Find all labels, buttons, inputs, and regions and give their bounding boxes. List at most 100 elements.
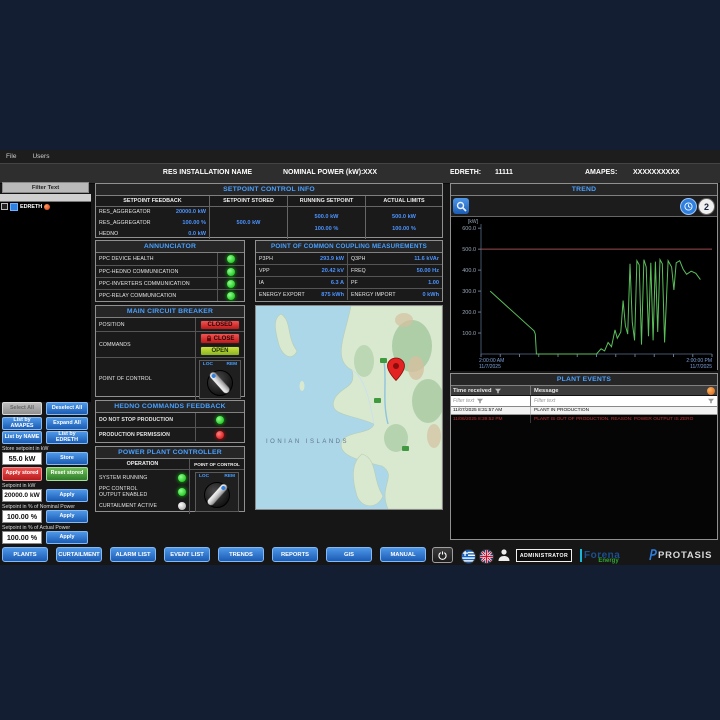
led-indicator	[217, 278, 244, 289]
col-actual-limits: ACTUAL LIMITS	[366, 196, 442, 206]
event-row[interactable]: 11/07/2025 8:31:57 AM PLANT IN PRODUCTIO…	[451, 407, 717, 415]
nav-reports-button[interactable]: REPORTS	[272, 547, 318, 562]
col-time-received[interactable]: Time received	[451, 386, 531, 395]
feedback-row-value: 0.0 kW	[188, 231, 206, 237]
tree-item-edreth[interactable]: EDRETH	[0, 202, 91, 211]
filter-funnel-icon[interactable]	[495, 388, 501, 394]
feedback-row-value: 100.00 %	[182, 220, 206, 226]
trend-chart: 100.0200.0300.0400.0500.0600.0[kW]2:00:0…	[451, 217, 717, 371]
nav-alarm-list-button[interactable]: ALARM LIST	[110, 547, 156, 562]
tree-item-label: EDRETH	[20, 204, 42, 210]
nav-gis-button[interactable]: GIS	[326, 547, 372, 562]
svg-text:600.0: 600.0	[462, 226, 476, 232]
store-setpoint-input[interactable]	[2, 452, 42, 465]
setpoint-kw-input[interactable]	[2, 489, 42, 502]
apply-actual-pct-button[interactable]: Apply	[46, 531, 88, 544]
uk-flag-icon[interactable]	[479, 549, 494, 564]
feedback-row-label: RES_AGGREGATOR	[99, 220, 151, 226]
reset-stored-button[interactable]: Reset stored	[46, 467, 88, 481]
svg-text:[kW]: [kW]	[468, 219, 479, 225]
filter-funnel-icon[interactable]	[477, 398, 483, 404]
hedno-feedback-panel: HEDNO COMMANDS FEEDBACK DO NOT STOP PROD…	[95, 400, 245, 443]
apply-stored-button[interactable]: Apply stored	[2, 467, 42, 481]
apply-kw-button[interactable]: Apply	[46, 489, 88, 502]
led-indicator	[178, 488, 186, 496]
user-icon[interactable]	[497, 548, 511, 562]
feedback-row-value: 20000.0 kW	[176, 209, 206, 215]
greek-flag-icon[interactable]	[461, 549, 476, 564]
apply-nominal-pct-button[interactable]: Apply	[46, 510, 88, 523]
nav-event-list-button[interactable]: EVENT LIST	[164, 547, 210, 562]
events-title: PLANT EVENTS	[451, 374, 717, 386]
breaker-close-button[interactable]: CLOSE	[200, 333, 240, 344]
time-range-icon[interactable]	[680, 198, 697, 215]
gis-map[interactable]: IONIAN ISLANDS	[255, 305, 443, 510]
list-by-name-button[interactable]: List by NAME	[2, 431, 42, 444]
setpoint-nominal-pct-input[interactable]	[2, 510, 42, 523]
nav-plants-button[interactable]: PLANTS	[2, 547, 48, 562]
ppc-control-switch[interactable]: LOCREM	[195, 472, 239, 512]
led-indicator	[217, 290, 244, 301]
setpoint-panel-title: SETPOINT CONTROL INFO	[96, 184, 442, 196]
menu-users[interactable]: Users	[32, 153, 49, 160]
breaker-title: MAIN CIRCUIT BREAKER	[96, 306, 244, 318]
col-message[interactable]: Message	[531, 388, 717, 394]
led-indicator	[178, 502, 186, 510]
deselect-all-button[interactable]: Deselect All	[46, 402, 88, 415]
stored-cell: 500.0 kW	[210, 207, 288, 239]
feedback-row-label: RES_AGGREGATOR	[99, 209, 151, 215]
power-icon	[438, 551, 447, 560]
setpoint-actual-pct-input[interactable]	[2, 531, 42, 544]
checkbox-icon[interactable]	[1, 203, 8, 210]
select-all-button[interactable]: Select All	[2, 402, 42, 415]
nav-curtailment-button[interactable]: CURTAILMENT	[56, 547, 102, 562]
lock-icon	[206, 335, 212, 342]
tree-toolbar	[0, 194, 91, 202]
col-setpoint-stored: SETPOINT STORED	[210, 196, 288, 206]
menu-bar: File Users	[0, 150, 720, 163]
breaker-control-switch[interactable]: LOCREM	[199, 360, 241, 399]
led-indicator	[195, 413, 244, 427]
pen-count-badge[interactable]: 2	[698, 198, 715, 215]
power-plant-controller-panel: POWER PLANT CONTROLLER OPERATION POINT O…	[95, 446, 245, 512]
nav-trends-button[interactable]: TRENDS	[218, 547, 264, 562]
menu-file[interactable]: File	[6, 153, 16, 160]
list-by-edreth-button[interactable]: List by EDRETH	[46, 431, 88, 444]
ppc-title: POWER PLANT CONTROLLER	[96, 447, 244, 459]
events-refresh-icon[interactable]	[707, 387, 715, 395]
annunciator-row-label: PPC DEVICE HEALTH	[96, 256, 217, 262]
store-button[interactable]: Store	[46, 452, 88, 465]
nominal-power-value: XXX	[363, 169, 377, 176]
trend-title: TREND	[451, 184, 717, 196]
led-indicator	[195, 428, 244, 441]
logo-bar-icon	[580, 549, 582, 562]
tree-filter-input[interactable]	[2, 182, 89, 193]
list-by-amapes-button[interactable]: List by AMAPES	[2, 417, 42, 430]
rotary-knob-icon	[203, 367, 237, 398]
power-button[interactable]	[432, 547, 453, 563]
ppc-row-label: PPC CONTROL OUTPUT ENABLED	[99, 486, 159, 498]
svg-text:11/7/2025: 11/7/2025	[690, 364, 712, 370]
expand-all-button[interactable]: Expand All	[46, 417, 88, 430]
setpoint-control-info-panel: SETPOINT CONTROL INFO SETPOINT FEEDBACK …	[95, 183, 443, 238]
filter-funnel-icon[interactable]	[708, 398, 714, 404]
hedno-title: HEDNO COMMANDS FEEDBACK	[96, 401, 244, 413]
event-row-alarm[interactable]: 11/06/2025 8:39:52 PM PLANT IS OUT OF PR…	[451, 415, 717, 423]
limits-cell: 500.0 kW100.00 %	[366, 207, 442, 239]
feedback-cell: RES_AGGREGATOR 20000.0 kW RES_AGGREGATOR 1…	[96, 207, 210, 239]
edreth-label: EDRETH:	[450, 169, 481, 176]
road-shield-icon	[380, 358, 387, 363]
trend-toolbar: 2	[451, 196, 717, 217]
nav-manual-button[interactable]: MANUAL	[380, 547, 426, 562]
message-filter-input[interactable]: Filter text	[531, 398, 717, 404]
hedno-row-label: DO NOT STOP PRODUCTION	[96, 417, 195, 423]
annunciator-panel: ANNUNCIATOR PPC DEVICE HEALTH PPC-HEDNO …	[95, 240, 245, 302]
svg-text:11/7/2025: 11/7/2025	[479, 364, 501, 370]
time-filter-input[interactable]: Filter text	[451, 396, 531, 406]
breaker-open-button[interactable]: OPEN	[200, 346, 240, 356]
zoom-tool-icon[interactable]	[453, 198, 469, 214]
plant-events-panel: PLANT EVENTS Time received Message Filte…	[450, 373, 718, 540]
trend-panel: TREND 2 100.0200.0300.0400.0500.0600.0[k…	[450, 183, 718, 370]
user-role-button[interactable]: ADMINISTRATOR	[516, 549, 572, 562]
position-label: POSITION	[96, 322, 195, 328]
